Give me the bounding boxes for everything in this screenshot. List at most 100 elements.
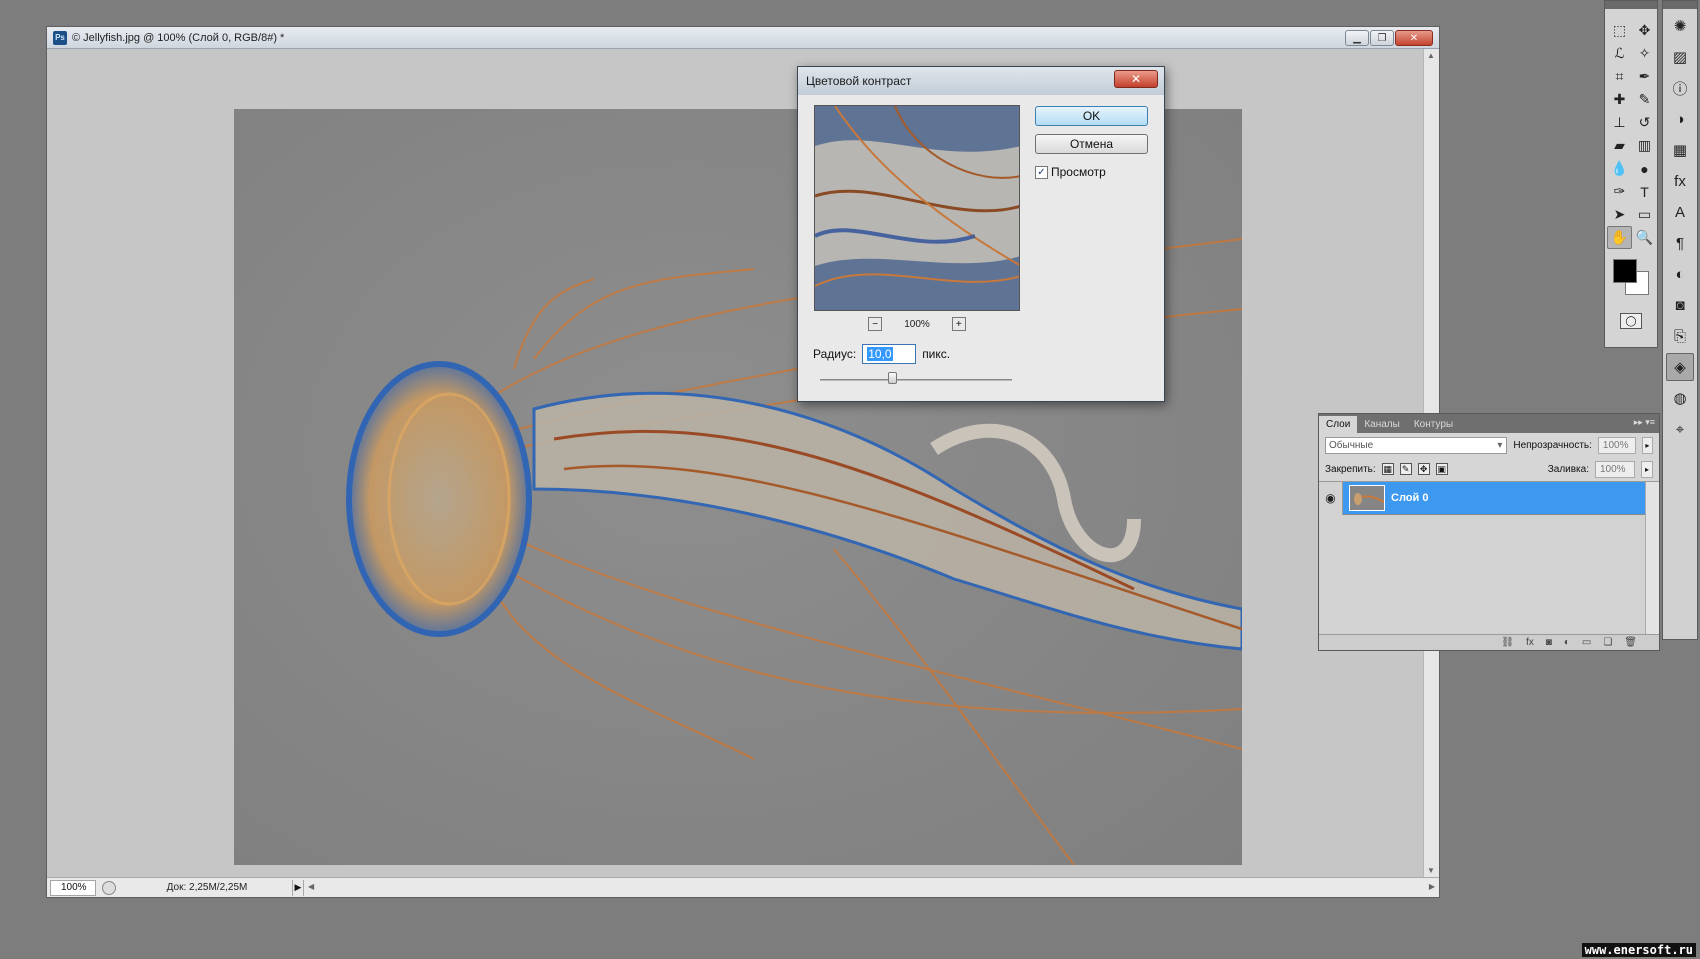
lock-all-icon[interactable]: ▣ bbox=[1435, 463, 1448, 475]
radius-value: 10,0 bbox=[867, 347, 893, 361]
paths-panel-icon[interactable]: ⌖ bbox=[1666, 415, 1694, 443]
tab-channels[interactable]: Каналы bbox=[1357, 416, 1407, 433]
status-clock-icon[interactable] bbox=[102, 880, 116, 895]
layer-row[interactable]: ◉ Слой 0 bbox=[1319, 481, 1645, 515]
foreground-color-swatch[interactable] bbox=[1613, 259, 1637, 283]
trash-icon[interactable]: 🗑 bbox=[1624, 637, 1637, 648]
clone-source-panel-icon[interactable]: ⎘ bbox=[1666, 322, 1694, 350]
stamp-tool-icon[interactable]: ⊥ bbox=[1607, 111, 1632, 134]
minimize-button[interactable]: ▁ bbox=[1345, 30, 1369, 46]
fill-field[interactable]: 100% bbox=[1595, 460, 1635, 478]
tab-paths[interactable]: Контуры bbox=[1407, 416, 1460, 433]
swatches-panel-icon[interactable]: ▦ bbox=[1666, 136, 1694, 164]
zoom-tool-icon[interactable]: 🔍 bbox=[1632, 226, 1657, 249]
lock-pixels-icon[interactable]: ✎ bbox=[1399, 463, 1412, 475]
radius-slider-track[interactable] bbox=[820, 379, 1012, 381]
type-tool-icon[interactable]: T bbox=[1632, 180, 1657, 203]
scroll-right-icon[interactable]: ▶ bbox=[1429, 882, 1435, 891]
layer-name[interactable]: Слой 0 bbox=[1391, 492, 1428, 504]
lasso-tool-icon[interactable]: ℒ bbox=[1607, 42, 1632, 65]
brushes-panel-icon[interactable]: ✺ bbox=[1666, 12, 1694, 40]
masks-panel-icon[interactable]: ◙ bbox=[1666, 291, 1694, 319]
document-window: Ps © Jellyfish.jpg @ 100% (Слой 0, RGB/8… bbox=[46, 26, 1440, 898]
dialog-close-button[interactable]: ✕ bbox=[1114, 70, 1158, 88]
channels-panel-icon[interactable]: ◍ bbox=[1666, 384, 1694, 412]
document-titlebar[interactable]: Ps © Jellyfish.jpg @ 100% (Слой 0, RGB/8… bbox=[47, 27, 1439, 49]
fill-arrow-icon[interactable]: ▸ bbox=[1641, 460, 1653, 478]
gradient-tool-icon[interactable]: ▥ bbox=[1632, 134, 1657, 157]
info-panel-icon[interactable]: ⓘ bbox=[1666, 74, 1694, 102]
history-brush-tool-icon[interactable]: ↺ bbox=[1632, 111, 1657, 134]
horizontal-scrollbar[interactable]: ◀ ▶ bbox=[304, 878, 1439, 897]
panel-footer: ⛓ fx ◙ ◐ ▭ ❏ 🗑 bbox=[1319, 634, 1659, 650]
marquee-tool-icon[interactable]: ⬚ bbox=[1607, 19, 1632, 42]
cancel-button[interactable]: Отмена bbox=[1035, 134, 1148, 154]
zoom-out-button[interactable]: − bbox=[868, 317, 883, 331]
scroll-down-icon[interactable]: ▼ bbox=[1427, 866, 1435, 875]
new-layer-icon[interactable]: ❏ bbox=[1603, 637, 1612, 648]
crop-tool-icon[interactable]: ⌗ bbox=[1607, 65, 1632, 88]
visibility-eye-icon[interactable]: ◉ bbox=[1319, 481, 1343, 515]
lock-position-icon[interactable]: ✥ bbox=[1417, 463, 1430, 475]
layer-list-scrollbar[interactable] bbox=[1645, 482, 1659, 634]
high-pass-dialog: Цветовой контраст ✕ − 100% + OK Отмена ✓… bbox=[797, 66, 1165, 402]
mask-icon[interactable]: ◙ bbox=[1546, 637, 1552, 648]
hand-tool-icon[interactable]: ✋ bbox=[1607, 226, 1632, 249]
adjustment-icon[interactable]: ◐ bbox=[1564, 637, 1570, 648]
ok-button[interactable]: OK bbox=[1035, 106, 1148, 126]
dodge-tool-icon[interactable]: ● bbox=[1632, 157, 1657, 180]
link-icon[interactable]: ⛓ bbox=[1501, 637, 1514, 648]
status-menu-arrow-icon[interactable]: ▶ bbox=[292, 879, 304, 896]
maximize-button[interactable]: ❐ bbox=[1370, 30, 1394, 46]
canvas-area[interactable] bbox=[47, 49, 1423, 877]
pen-tool-icon[interactable]: ✑ bbox=[1607, 180, 1632, 203]
zoom-field[interactable]: 100% bbox=[50, 879, 96, 896]
tab-layers[interactable]: Слои bbox=[1319, 416, 1358, 433]
radius-input[interactable]: 10,0 bbox=[862, 344, 917, 364]
layer-thumbnail[interactable] bbox=[1349, 485, 1385, 511]
photoshop-icon: Ps bbox=[53, 30, 67, 45]
layer-list: ◉ Слой 0 bbox=[1319, 481, 1659, 634]
blend-row: Обычные Непрозрачность: 100% ▸ bbox=[1319, 433, 1659, 457]
color-panel-icon[interactable]: ◑ bbox=[1666, 105, 1694, 133]
scroll-left-icon[interactable]: ◀ bbox=[308, 882, 314, 891]
layers-panel-icon[interactable]: ◈ bbox=[1666, 353, 1694, 381]
panel-menu-icon[interactable]: ▸▸ ▾≡ bbox=[1634, 417, 1655, 428]
radius-slider-thumb[interactable] bbox=[888, 372, 898, 384]
dock-header[interactable] bbox=[1663, 1, 1697, 9]
eyedropper-tool-icon[interactable]: ✒ bbox=[1632, 65, 1657, 88]
quick-mask-icon[interactable]: ◯ bbox=[1620, 313, 1642, 329]
adjustments-panel-icon[interactable]: ◐ bbox=[1666, 260, 1694, 288]
quick-select-tool-icon[interactable]: ✧ bbox=[1632, 42, 1657, 65]
preview-checkbox[interactable]: ✓ bbox=[1035, 165, 1048, 179]
healing-tool-icon[interactable]: ✚ bbox=[1607, 88, 1632, 111]
group-icon[interactable]: ▭ bbox=[1582, 637, 1591, 648]
fx-icon[interactable]: fx bbox=[1526, 637, 1534, 648]
dialog-titlebar[interactable]: Цветовой контраст ✕ bbox=[798, 67, 1164, 95]
close-window-button[interactable]: ✕ bbox=[1395, 30, 1433, 46]
preview-checkbox-row[interactable]: ✓ Просмотр bbox=[1035, 165, 1106, 179]
status-bar: 100% Док: 2,25M/2,25M ▶ ◀ ▶ bbox=[47, 877, 1439, 897]
paragraph-panel-icon[interactable]: ¶ bbox=[1666, 229, 1694, 257]
character-panel-icon[interactable]: A bbox=[1666, 198, 1694, 226]
scroll-up-icon[interactable]: ▲ bbox=[1427, 51, 1435, 60]
zoom-in-button[interactable]: + bbox=[951, 317, 966, 331]
path-select-tool-icon[interactable]: ➤ bbox=[1607, 203, 1632, 226]
blend-mode-select[interactable]: Обычные bbox=[1325, 436, 1508, 454]
opacity-field[interactable]: 100% bbox=[1597, 436, 1636, 454]
move-tool-icon[interactable]: ✥ bbox=[1632, 19, 1657, 42]
navigator-panel-icon[interactable]: ▨ bbox=[1666, 43, 1694, 71]
blur-tool-icon[interactable]: 💧 bbox=[1607, 157, 1632, 180]
preview-image bbox=[815, 106, 1019, 310]
filter-preview[interactable] bbox=[814, 105, 1020, 311]
panel-tabs: Слои Каналы Контуры ▸▸ ▾≡ bbox=[1319, 414, 1659, 433]
opacity-arrow-icon[interactable]: ▸ bbox=[1641, 436, 1653, 454]
eraser-tool-icon[interactable]: ▰ bbox=[1607, 134, 1632, 157]
lock-transparency-icon[interactable]: ▦ bbox=[1381, 463, 1394, 475]
styles-panel-icon[interactable]: fx bbox=[1666, 167, 1694, 195]
shape-tool-icon[interactable]: ▭ bbox=[1632, 203, 1657, 226]
tools-header[interactable] bbox=[1605, 1, 1657, 9]
color-swatches bbox=[1605, 255, 1657, 305]
radius-unit: пикс. bbox=[922, 347, 951, 361]
brush-tool-icon[interactable]: ✎ bbox=[1632, 88, 1657, 111]
